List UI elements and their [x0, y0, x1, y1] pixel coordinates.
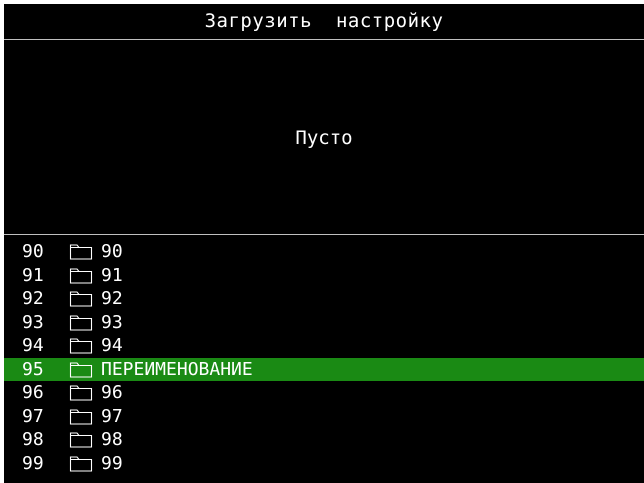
list-item[interactable]: 94 94: [4, 334, 644, 358]
preset-name: 90: [101, 241, 123, 263]
folder-icon: [69, 456, 93, 472]
preset-name: 96: [101, 382, 123, 404]
folder-icon: [69, 291, 93, 307]
preset-number: 92: [22, 288, 44, 310]
folder-icon: [69, 315, 93, 331]
folder-icon: [69, 338, 93, 354]
preset-number: 98: [22, 429, 44, 451]
list-item-selected[interactable]: 95 ПЕРЕИМЕНОВАНИЕ: [4, 357, 644, 381]
screen: Загрузить настройку Пусто 90 90 91 91 92…: [0, 0, 644, 483]
preview-divider: [4, 234, 644, 235]
preview-area: Пусто: [4, 40, 644, 234]
preset-number: 95: [22, 358, 44, 380]
preset-number: 94: [22, 335, 44, 357]
preset-name: 97: [101, 405, 123, 427]
preset-name: 99: [101, 452, 123, 474]
load-preset-panel: Загрузить настройку Пусто 90 90 91 91 92…: [4, 4, 644, 483]
preset-name: 98: [101, 429, 123, 451]
preset-name: 92: [101, 288, 123, 310]
list-item[interactable]: 93 93: [4, 311, 644, 335]
preset-number: 96: [22, 382, 44, 404]
preset-number: 91: [22, 264, 44, 286]
list-item[interactable]: 97 97: [4, 405, 644, 429]
preview-empty-text: Пусто: [295, 127, 353, 149]
list-item[interactable]: 96 96: [4, 381, 644, 405]
folder-icon: [69, 268, 93, 284]
preset-number: 99: [22, 452, 44, 474]
preset-number: 97: [22, 405, 44, 427]
preset-name: 91: [101, 264, 123, 286]
list-item[interactable]: 92 92: [4, 287, 644, 311]
list-item[interactable]: 91 91: [4, 264, 644, 288]
list-item[interactable]: 90 90: [4, 240, 644, 264]
folder-icon: [69, 385, 93, 401]
folder-icon: [69, 409, 93, 425]
folder-icon: [69, 244, 93, 260]
preset-name: 94: [101, 335, 123, 357]
preset-list: 90 90 91 91 92 92 93 93 94 94 95 ПЕРЕИМЕ…: [4, 240, 644, 475]
page-title: Загрузить настройку: [204, 10, 444, 32]
folder-icon: [69, 432, 93, 448]
list-item[interactable]: 99 99: [4, 452, 644, 476]
preset-name: 93: [101, 311, 123, 333]
list-item[interactable]: 98 98: [4, 428, 644, 452]
folder-icon: [69, 362, 93, 378]
preset-number: 93: [22, 311, 44, 333]
preset-number: 90: [22, 241, 44, 263]
preset-name: ПЕРЕИМЕНОВАНИЕ: [101, 358, 253, 380]
